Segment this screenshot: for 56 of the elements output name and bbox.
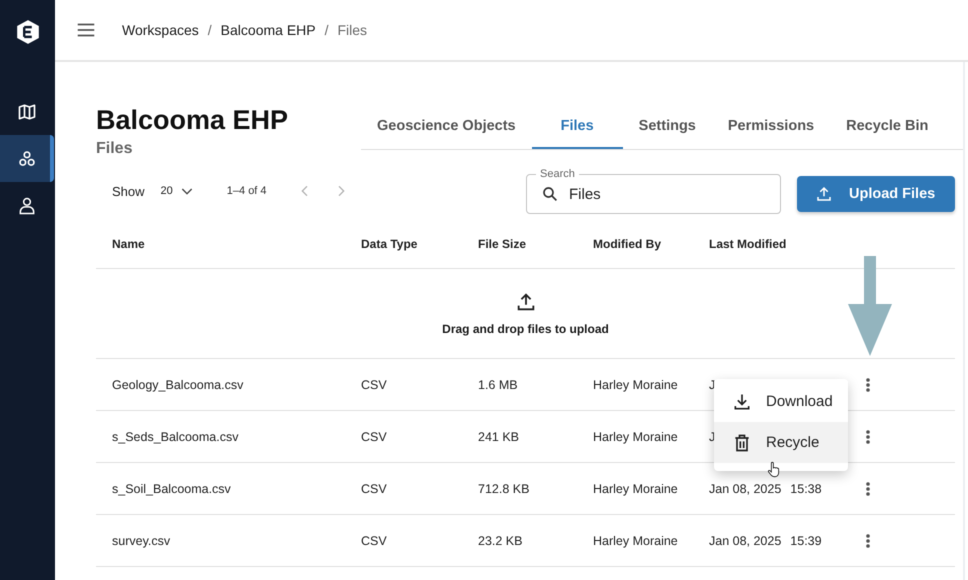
- page-range: 1–4 of 4: [226, 185, 267, 197]
- menu-item[interactable]: Download: [714, 381, 848, 422]
- page-size-select[interactable]: 20: [160, 183, 195, 199]
- table-cell-text: CSV: [361, 482, 388, 496]
- table-cell-text: 1.6 MB: [478, 378, 519, 392]
- dots-icon: [866, 532, 870, 548]
- date-cell: Jan 08, 2025: [709, 534, 782, 548]
- column-header: Data Type: [361, 237, 418, 251]
- person-icon: [17, 196, 37, 216]
- breadcrumb-separator: /: [324, 22, 328, 38]
- tab[interactable]: Permissions: [712, 105, 830, 149]
- breadcrumb-link[interactable]: Balcooma EHP: [220, 22, 316, 38]
- date-cell: Jan 08, 2025: [709, 482, 782, 496]
- table-cell-text: Harley Moraine: [593, 482, 679, 496]
- table-cell-text: 712.8 KB: [478, 482, 530, 496]
- dots-icon: [866, 480, 870, 496]
- table-cell-text: s_Soil_Balcooma.csv: [112, 482, 232, 496]
- page-subtitle: Files: [96, 140, 132, 158]
- search-icon: [541, 185, 559, 203]
- table-cell-text: CSV: [361, 534, 388, 548]
- logo-icon: [14, 18, 40, 46]
- breadcrumb-separator: /: [208, 22, 212, 38]
- table-cell-text: Harley Moraine: [593, 534, 679, 548]
- column-header: Modified By: [593, 237, 662, 251]
- tab[interactable]: Files: [532, 105, 623, 149]
- column-header: File Size: [478, 237, 528, 251]
- breadcrumb-current: Files: [338, 22, 368, 38]
- time-cell: 15:39: [790, 534, 822, 548]
- table-cell-text: survey.csv: [112, 534, 172, 548]
- dots-icon: [866, 428, 870, 444]
- dots-icon: [866, 376, 870, 392]
- tab[interactable]: Recycle Bin: [830, 105, 944, 149]
- table-cell-text: 23.2 KB: [478, 534, 524, 548]
- nav-item[interactable]: [0, 135, 54, 182]
- column-header: Last Modified: [709, 237, 788, 251]
- table-cell-text: 241 KB: [478, 430, 520, 444]
- circles-icon: [17, 148, 37, 168]
- tab[interactable]: Settings: [622, 105, 712, 149]
- menu-item[interactable]: Recycle: [714, 422, 848, 463]
- breadcrumb-link[interactable]: Workspaces: [122, 22, 199, 38]
- map-icon: [17, 102, 37, 122]
- table-cell-text: Harley Moraine: [593, 378, 679, 392]
- upload-button[interactable]: Upload Files: [797, 176, 955, 212]
- table-cell-text: s_Seds_Balcooma.csv: [112, 430, 240, 444]
- page-title: Balcooma EHP: [96, 104, 290, 136]
- dropzone-text: Drag and drop files to upload: [442, 322, 609, 336]
- upload-icon: [815, 185, 833, 203]
- column-header: Name: [112, 237, 146, 251]
- table-cell-text: Harley Moraine: [593, 430, 679, 444]
- download-icon: [732, 392, 752, 412]
- time-cell: 15:38: [790, 482, 822, 496]
- show-label: Show: [112, 184, 145, 198]
- tab[interactable]: Geoscience Objects: [361, 105, 532, 149]
- table-cell-text: CSV: [361, 430, 388, 444]
- table-cell-text: Geology_Balcooma.csv: [112, 378, 244, 392]
- table-cell-text: CSV: [361, 378, 388, 392]
